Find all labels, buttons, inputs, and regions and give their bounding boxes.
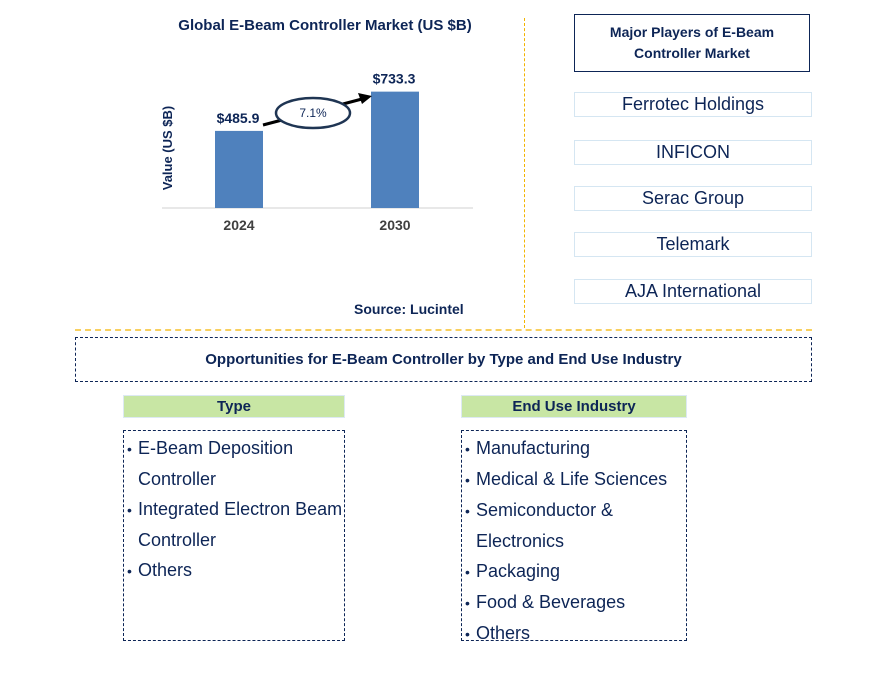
end-use-item: Semiconductor & Electronics <box>465 495 686 556</box>
bar-2024 <box>215 130 263 208</box>
data-label: $733.3 <box>373 71 416 87</box>
end-use-header: End Use Industry <box>461 395 687 418</box>
players-title: Major Players of E-Beam Controller Marke… <box>574 14 810 72</box>
source-label: Source: Lucintel <box>354 301 464 317</box>
horizontal-divider <box>75 329 812 331</box>
cagr-arrowhead-icon <box>358 93 372 104</box>
player-item: Serac Group <box>574 186 812 211</box>
end-use-list: Manufacturing Medical & Life Sciences Se… <box>461 430 687 643</box>
x-tick-label: 2030 <box>379 217 410 233</box>
cagr-label: 7.1% <box>299 106 327 120</box>
end-use-item: Packaging <box>465 556 686 587</box>
player-item: Telemark <box>574 232 812 257</box>
player-item: AJA International <box>574 279 812 304</box>
type-item: E-Beam Deposition Controller <box>127 433 344 494</box>
type-item: Others <box>127 555 344 586</box>
player-item: Ferrotec Holdings <box>574 92 812 117</box>
type-item: Integrated Electron Beam Controller <box>127 494 344 555</box>
player-item: INFICON <box>574 140 812 165</box>
vertical-divider <box>524 18 525 328</box>
end-use-item: Others <box>465 618 686 649</box>
end-use-item: Food & Beverages <box>465 587 686 618</box>
end-use-item: Manufacturing <box>465 433 686 464</box>
x-tick-label: 2024 <box>223 217 254 233</box>
end-use-item: Medical & Life Sciences <box>465 464 686 495</box>
chart-title: Global E-Beam Controller Market (US $B) <box>178 17 472 34</box>
type-header: Type <box>123 395 345 418</box>
type-list: E-Beam Deposition Controller Integrated … <box>123 430 345 641</box>
bar-chart: Value (US $B) 2024 2030 $485.9 $733.3 7.1% <box>160 71 473 233</box>
data-label: $485.9 <box>217 110 260 126</box>
opportunities-title: Opportunities for E-Beam Controller by T… <box>75 337 812 382</box>
y-axis-label: Value (US $B) <box>160 106 175 191</box>
bar-2030 <box>371 91 419 208</box>
